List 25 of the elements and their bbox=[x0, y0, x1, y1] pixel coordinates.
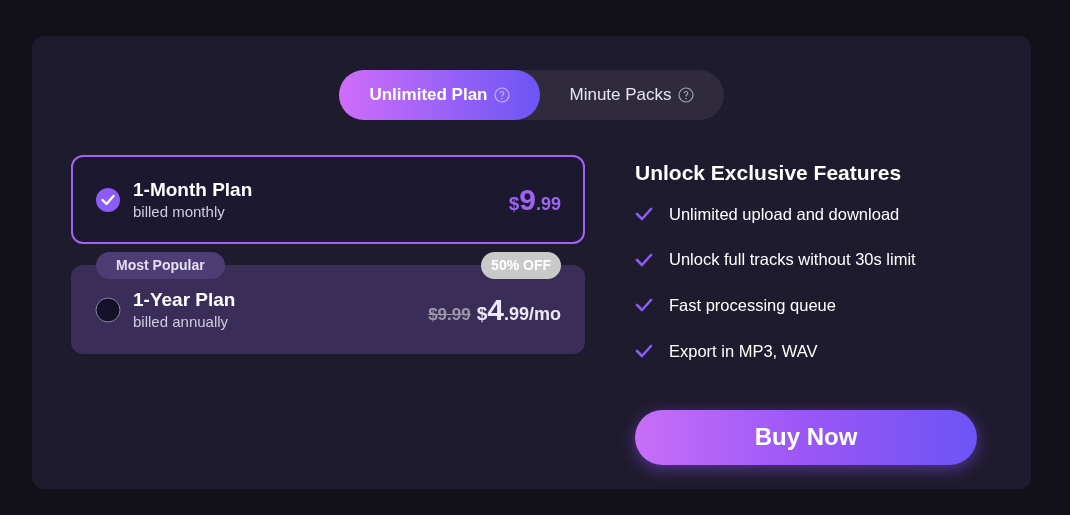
feature-text: Export in MP3, WAV bbox=[669, 340, 818, 362]
plan-name: 1-Month Plan bbox=[133, 177, 253, 202]
check-icon bbox=[635, 344, 653, 359]
check-icon bbox=[635, 298, 653, 313]
check-icon bbox=[635, 252, 653, 267]
old-price: $9.99 bbox=[428, 304, 471, 326]
check-icon bbox=[635, 206, 653, 221]
popular-badge: Most Popular bbox=[96, 252, 225, 279]
price: $4.99/mo bbox=[476, 292, 561, 328]
plan-card[interactable]: 1-Month Plan billed monthly $9.99 bbox=[71, 155, 585, 244]
feature-text: Unlimited upload and download bbox=[669, 203, 900, 225]
radio-icon[interactable] bbox=[95, 296, 121, 323]
help-icon bbox=[677, 87, 694, 103]
features-title: Unlock Exclusive Features bbox=[635, 160, 903, 186]
radio-checked-icon[interactable] bbox=[95, 186, 121, 213]
billing-text: billed monthly bbox=[133, 201, 226, 222]
buy-now-button[interactable]: Buy Now bbox=[635, 409, 977, 465]
feature-text: Fast processing queue bbox=[669, 295, 836, 316]
plan-tab[interactable]: Unlimited Plan bbox=[339, 70, 540, 120]
plan-name: 1-Year Plan bbox=[133, 287, 236, 312]
billing-text: billed annually bbox=[133, 311, 230, 332]
price: $9.99 bbox=[508, 182, 561, 218]
plan-tab[interactable]: Minute Packs bbox=[539, 70, 724, 120]
feature-text: Unlock full tracks without 30s limit bbox=[669, 249, 916, 271]
help-icon bbox=[493, 87, 510, 103]
